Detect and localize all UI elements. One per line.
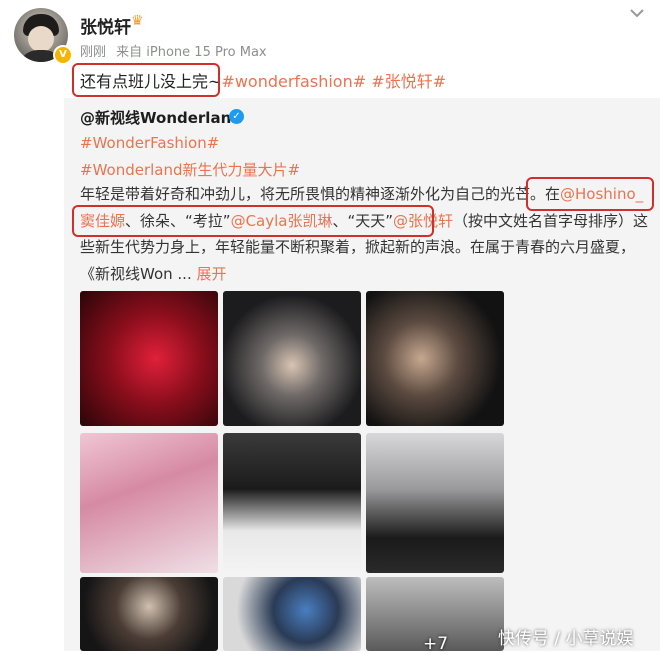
mention-cayla[interactable]: @Cayla张凯琳: [231, 212, 333, 230]
repost-tag-1[interactable]: #WonderFashion#: [80, 134, 219, 152]
post-body: 还有点班儿没上完~: [80, 72, 222, 91]
photo-7[interactable]: [80, 577, 218, 651]
photo-8[interactable]: [223, 577, 361, 651]
chevron-down-icon[interactable]: [626, 2, 648, 24]
photo-6[interactable]: [366, 433, 504, 573]
watermark: 快传号 / 小草说娱: [498, 629, 634, 649]
post-source: 来自 iPhone 15 Pro Max: [116, 45, 267, 60]
photo-4[interactable]: [80, 433, 218, 573]
body-part-2: 、徐朵、“考拉”: [125, 211, 231, 230]
post-text: 还有点班儿没上完~#wonderfashion# #张悦轩#: [80, 68, 446, 92]
username[interactable]: 张悦轩: [80, 13, 131, 38]
body-part-3: 、“天天”: [332, 211, 394, 230]
expand-link[interactable]: 展开: [197, 265, 227, 283]
post-time: 刚刚: [80, 45, 107, 60]
repost-author[interactable]: @新视线Wonderland: [80, 107, 242, 128]
crown-icon: ♛: [131, 13, 144, 29]
repost-body: 年轻是带着好奇和冲劲儿，将无所畏惧的精神逐渐外化为自己的光芒。在@Hoshino…: [80, 181, 652, 287]
repost-tag-2[interactable]: #Wonderland新生代力量大片#: [80, 159, 300, 180]
photo-5[interactable]: [223, 433, 361, 573]
mention-zhangyuexuan[interactable]: @张悦轩: [393, 212, 453, 230]
photo-3[interactable]: [366, 291, 504, 426]
post-meta: 刚刚 来自 iPhone 15 Pro Max: [80, 41, 273, 60]
body-part-1: 年轻是带着好奇和冲劲儿，将无所畏惧的精神逐渐外化为自己的光芒。在: [80, 185, 561, 203]
hashtag-name[interactable]: #张悦轩#: [371, 72, 446, 91]
more-photos-count[interactable]: +7: [423, 634, 448, 654]
photo-1[interactable]: [80, 291, 218, 426]
verified-icon: ✓: [229, 109, 244, 124]
photo-2[interactable]: [223, 291, 361, 426]
hashtag-wonderfashion[interactable]: #wonderfashion#: [221, 72, 366, 91]
verified-badge-icon: V: [53, 45, 73, 65]
